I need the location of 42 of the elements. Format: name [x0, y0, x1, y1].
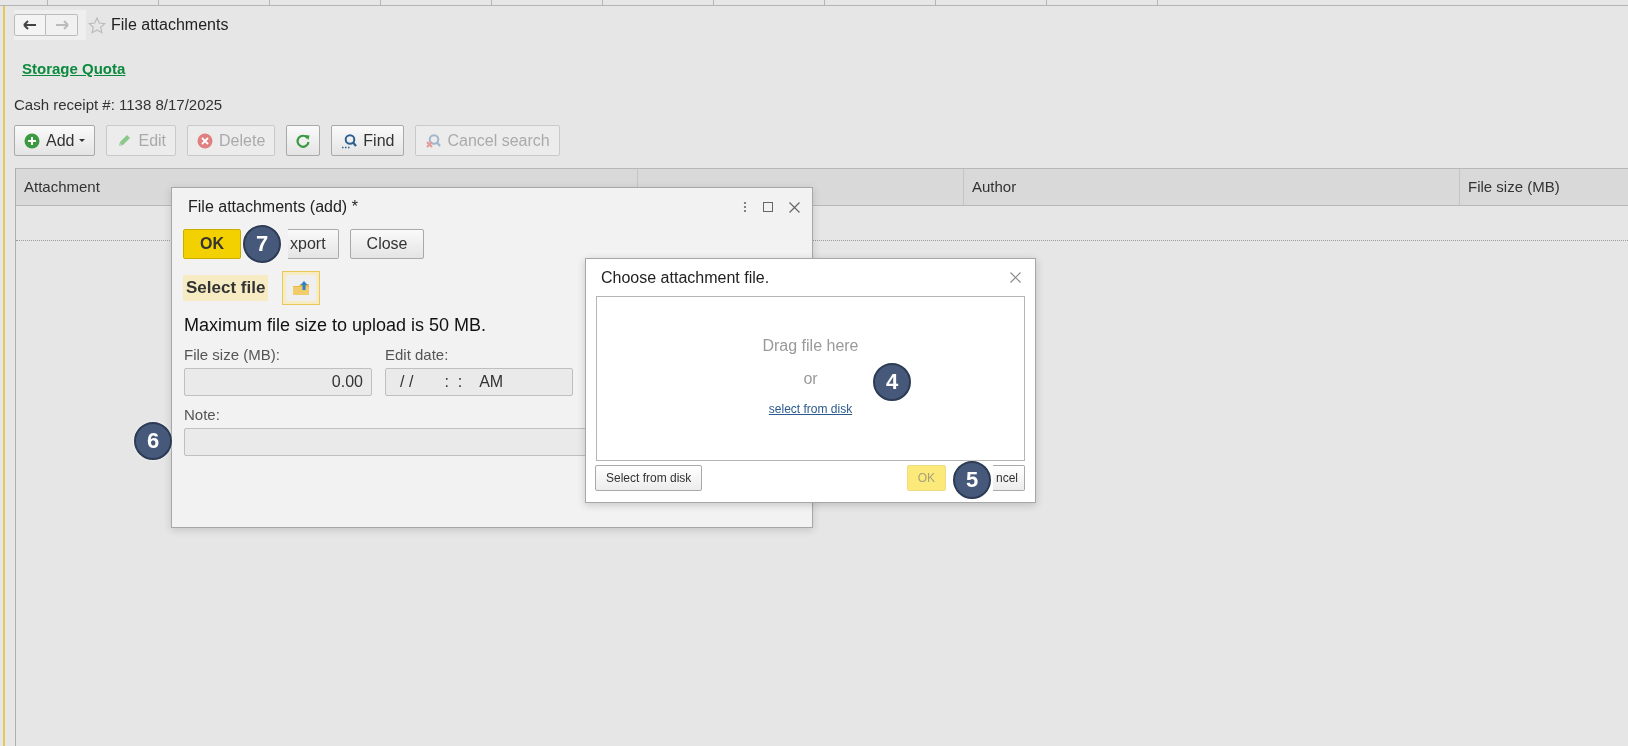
refresh-button[interactable]: [286, 125, 321, 156]
column-header[interactable]: Author: [964, 169, 1460, 205]
add-button[interactable]: Add: [14, 125, 96, 156]
document-title: Cash receipt #: 1138 8/17/2025: [14, 96, 224, 113]
ok-button[interactable]: OK: [183, 229, 241, 259]
dialog-title: File attachments (add) *: [188, 198, 358, 216]
upload-button[interactable]: [282, 271, 321, 305]
select-file-label: Select file: [183, 275, 269, 301]
delete-icon: [197, 132, 214, 149]
maximize-icon[interactable]: [763, 202, 773, 212]
date-field[interactable]: / / : : AM: [385, 368, 573, 396]
find-button[interactable]: Find: [331, 125, 405, 156]
search-cancel-icon: [425, 132, 442, 149]
field-label: Edit date:: [385, 346, 450, 363]
more-icon[interactable]: [743, 201, 747, 213]
or-text: or: [803, 370, 818, 388]
back-button[interactable]: [14, 14, 46, 36]
file-size-field[interactable]: 0.00: [184, 368, 372, 396]
field-label: Note:: [184, 406, 220, 423]
dialog-title: Choose attachment file.: [601, 268, 770, 287]
right-arrow-icon: [54, 20, 69, 30]
column-header[interactable]: File size (MB): [1460, 169, 1628, 205]
step-badge: 6: [134, 422, 172, 460]
storage-quota-link[interactable]: Storage Quota: [22, 60, 126, 77]
upload-limit-text: Maximum file size to upload is 50 MB.: [184, 315, 488, 336]
close-button[interactable]: Close: [349, 229, 425, 259]
page-title: File attachments: [111, 16, 229, 34]
star-icon[interactable]: [88, 16, 106, 34]
folder-upload-icon: [292, 280, 311, 296]
select-from-disk-button[interactable]: Select from disk: [595, 465, 703, 491]
select-from-disk-link[interactable]: select from disk: [768, 402, 853, 416]
close-icon[interactable]: [789, 201, 800, 213]
refresh-icon: [295, 132, 312, 149]
field-label: File size (MB):: [184, 346, 281, 363]
plus-icon: [24, 132, 40, 149]
cancel-button[interactable]: ncel: [993, 465, 1025, 491]
search-icon: [341, 132, 358, 149]
export-button[interactable]: xport: [288, 229, 339, 259]
pencil-icon: [116, 132, 133, 149]
drop-hint: Drag file here: [762, 337, 859, 355]
left-arrow-icon: [23, 20, 37, 30]
close-icon[interactable]: [1010, 272, 1021, 283]
